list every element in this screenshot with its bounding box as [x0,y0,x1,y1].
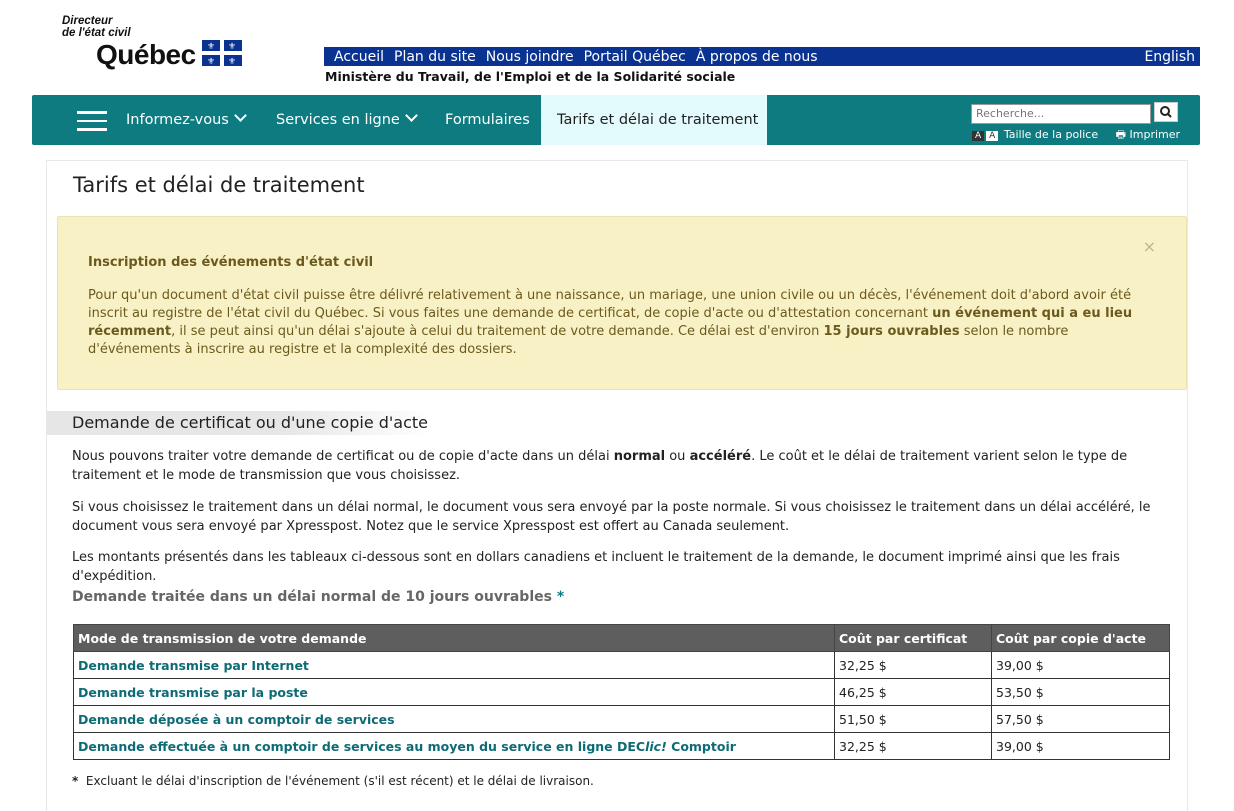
logo-name: Québec [96,39,196,70]
font-size-tool[interactable]: AA Taille de la police [972,128,1098,141]
chevron-down-icon [404,109,418,122]
nav-services-en-ligne[interactable]: Services en ligne [276,95,418,145]
section-heading-bar: Demande de certificat ou d'une copie d'a… [47,411,432,435]
text-part: Nous pouvons traiter votre demande de ce… [72,449,614,464]
link-text-italic: lic! [645,738,667,754]
chevron-down-icon [233,109,247,122]
search-box [971,102,1178,124]
nav-formulaires[interactable]: Formulaires [445,95,530,145]
ministere-label: Ministère du Travail, de l'Emploi et de … [325,69,736,84]
tools-bar: AA Taille de la police 🖶 Imprimer [972,126,1180,145]
nav-informez-vous[interactable]: Informez-vous [126,95,247,145]
section-paragraph-1: Nous pouvons traiter votre demande de ce… [72,447,1172,485]
table-cell: 32,25 $ [834,651,992,679]
nav-informez-vous-label: Informez-vous [126,112,229,128]
hamburger-menu-icon[interactable] [77,111,107,137]
font-size-label: Taille de la police [1003,128,1099,141]
font-small-icon: A [972,131,985,141]
col-header-certificat: Coût par certificat [834,624,992,652]
alert-text-part: , il se peut ainsi qu'un délai s'ajoute … [171,324,824,339]
quebec-flag-icon: ⚜ ⚜ ⚜ ⚜ [202,40,242,66]
top-links-bar: Accueil Plan du site Nous joindre Portai… [324,47,1200,66]
alert-text: Pour qu'un document d'état civil puisse … [88,287,1158,359]
svg-text:⚜: ⚜ [228,57,236,66]
footnote-text: Excluant le délai d'inscription de l'évé… [85,774,594,788]
close-icon[interactable]: × [1143,237,1156,256]
row-link-declic[interactable]: Demande effectuée à un comptoir de servi… [73,732,835,760]
section-paragraph-2: Si vous choisissez le traitement dans un… [72,500,1151,534]
link-a-propos[interactable]: À propos de nous [696,49,818,65]
link-text: Comptoir [666,738,736,754]
table-row: Demande transmise par Internet 32,25 $ 3… [73,651,1170,679]
row-link-comptoir[interactable]: Demande déposée à un comptoir de service… [73,705,835,733]
table-cell: 57,50 $ [991,705,1170,733]
alert-text-bold: 15 jours ouvrables [823,324,960,339]
logo-line2: de l'état civil [62,27,131,39]
table-cell: 39,00 $ [991,732,1170,760]
search-button[interactable] [1154,102,1178,122]
col-header-mode: Mode de transmission de votre demande [73,624,835,652]
logo[interactable]: Directeur de l'état civil Québec ⚜ ⚜ ⚜ ⚜ [62,15,242,70]
print-tool[interactable]: 🖶 Imprimer [1116,128,1180,141]
logo-line1: Directeur [62,15,113,27]
content-panel: Tarifs et délai de traitement × Inscript… [46,160,1188,811]
table-cell: 39,00 $ [991,651,1170,679]
footnote-mark: * [72,774,79,788]
section-paragraph-3: Les montants présentés dans les tableaux… [72,550,1120,584]
table-cell: 53,50 $ [991,678,1170,706]
link-english[interactable]: English [1144,49,1195,65]
alert-title: Inscription des événements d'état civil [88,255,374,270]
table-row: Demande déposée à un comptoir de service… [73,705,1170,733]
link-nous-joindre[interactable]: Nous joindre [486,49,574,65]
table-row: Demande effectuée à un comptoir de servi… [73,732,1170,760]
table-subtitle: Demande traitée dans un délai normal de … [72,589,564,605]
footnote: * Excluant le délai d'inscription de l'é… [72,774,594,788]
main-nav: Informez-vous Services en ligne Formulai… [32,95,1200,145]
table-cell: 51,50 $ [834,705,992,733]
link-portail-quebec[interactable]: Portail Québec [584,49,686,65]
table-cell: 46,25 $ [834,678,992,706]
alert-box: × Inscription des événements d'état civi… [57,216,1187,390]
link-accueil[interactable]: Accueil [334,49,384,65]
table-row: Demande transmise par la poste 46,25 $ 5… [73,678,1170,706]
table-subtitle-text: Demande traitée dans un délai normal de … [72,589,552,605]
search-input[interactable] [971,103,1151,124]
svg-text:⚜: ⚜ [228,42,236,52]
tariff-table: Mode de transmission de votre demande Co… [73,624,1170,760]
link-text: Demande effectuée à un comptoir de servi… [78,738,646,754]
print-label: Imprimer [1129,128,1181,141]
printer-icon: 🖶 [1115,128,1126,141]
page-title: Tarifs et délai de traitement [73,173,365,197]
table-header-row: Mode de transmission de votre demande Co… [73,624,1170,652]
font-large-icon: A [986,131,999,141]
link-plan-du-site[interactable]: Plan du site [394,49,476,65]
footnote-mark-link[interactable]: * [557,589,564,605]
col-header-copie: Coût par copie d'acte [991,624,1170,652]
svg-text:⚜: ⚜ [207,42,215,52]
section-title: Demande de certificat ou d'une copie d'a… [72,413,429,432]
text-part: ou [665,449,690,464]
nav-services-label: Services en ligne [276,112,400,128]
nav-tarifs-active[interactable]: Tarifs et délai de traitement [541,95,767,145]
search-icon [1160,106,1172,118]
text-bold: normal [613,449,666,464]
svg-text:⚜: ⚜ [207,57,215,66]
table-cell: 32,25 $ [834,732,992,760]
text-bold: accéléré [689,449,752,464]
row-link-internet[interactable]: Demande transmise par Internet [73,651,835,679]
row-link-poste[interactable]: Demande transmise par la poste [73,678,835,706]
